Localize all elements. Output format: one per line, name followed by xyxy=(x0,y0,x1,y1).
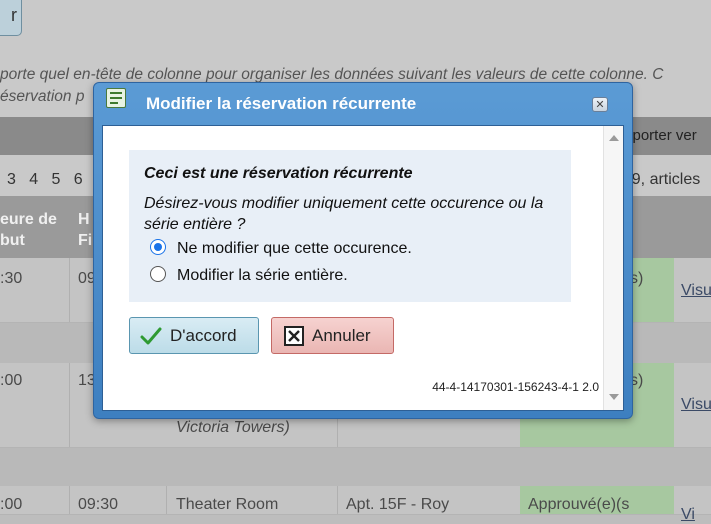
row-start-time: :00 xyxy=(0,372,23,389)
dialog-scrollbar[interactable] xyxy=(603,126,623,410)
divider xyxy=(69,258,70,322)
checkmark-icon xyxy=(140,327,162,345)
column-header-end[interactable]: H Fi xyxy=(78,209,92,251)
page-link[interactable]: 4 xyxy=(29,171,38,188)
form-icon xyxy=(106,88,126,108)
column-header-start[interactable]: eure de but xyxy=(0,209,57,251)
version-text: 44-4-14170301-156243-4-1 2.0 xyxy=(432,380,599,394)
question-title: Ceci est une réservation récurrente xyxy=(144,165,413,182)
page-link[interactable]: 5 xyxy=(52,171,61,188)
radio-label-whole-series[interactable]: Modifier la série entière. xyxy=(177,267,348,285)
ok-button[interactable]: D'accord xyxy=(129,317,259,354)
divider xyxy=(337,486,338,514)
column-header-end-line1: H xyxy=(78,211,90,228)
close-icon[interactable]: ✕ xyxy=(592,97,608,112)
column-header-end-line2: Fi xyxy=(78,232,93,249)
radio-label-this-occurrence[interactable]: Ne modifier que cette occurence. xyxy=(177,240,412,258)
row-start-time: :00 xyxy=(0,496,23,513)
row-end-time: 09:30 xyxy=(78,496,119,513)
row-room: Theater Room xyxy=(176,496,279,513)
page-link[interactable]: 3 xyxy=(7,171,16,188)
divider xyxy=(69,486,70,514)
recurring-reservation-dialog: Modifier la réservation récurrente ✕ Cec… xyxy=(93,82,633,419)
scroll-down-icon[interactable] xyxy=(609,394,619,400)
view-link[interactable]: Vi xyxy=(681,506,695,524)
column-header-start-line2: but xyxy=(0,232,25,249)
scroll-up-icon[interactable] xyxy=(609,135,619,141)
question-text: Désirez-vous modifier uniquement cette o… xyxy=(144,195,544,233)
row-unit: Apt. 15F - Roy xyxy=(346,496,450,513)
column-header-start-line1: eure de xyxy=(0,211,57,228)
row-separator xyxy=(0,448,711,486)
export-link[interactable]: xporter ver xyxy=(625,127,697,144)
dialog-body: Ceci est une réservation récurrente Dési… xyxy=(102,125,624,411)
hint-text-line2: éservation p xyxy=(0,88,85,105)
radio-whole-series[interactable] xyxy=(150,266,166,282)
top-button[interactable]: r xyxy=(0,0,22,36)
radio-this-occurrence[interactable] xyxy=(150,239,166,255)
ok-button-label: D'accord xyxy=(170,326,237,345)
cancel-button-label: Annuler xyxy=(312,326,371,345)
cancel-button[interactable]: Annuler xyxy=(271,317,394,354)
cancel-x-icon xyxy=(284,326,304,346)
divider xyxy=(166,486,167,514)
divider xyxy=(69,363,70,447)
view-link[interactable]: Visu xyxy=(681,282,711,300)
pager-info: r 9, articles xyxy=(622,171,701,188)
page-link[interactable]: 6 xyxy=(74,171,83,188)
question-panel: Ceci est une réservation récurrente Dési… xyxy=(129,150,571,302)
row-status: Approuvé(e)(s xyxy=(528,496,630,513)
dialog-title: Modifier la réservation récurrente xyxy=(146,94,417,113)
view-link[interactable]: Visu xyxy=(681,396,711,414)
row-room: Victoria Towers) xyxy=(176,419,290,436)
row-start-time: :30 xyxy=(0,270,23,287)
pager: 3 4 5 6 xyxy=(7,171,83,189)
